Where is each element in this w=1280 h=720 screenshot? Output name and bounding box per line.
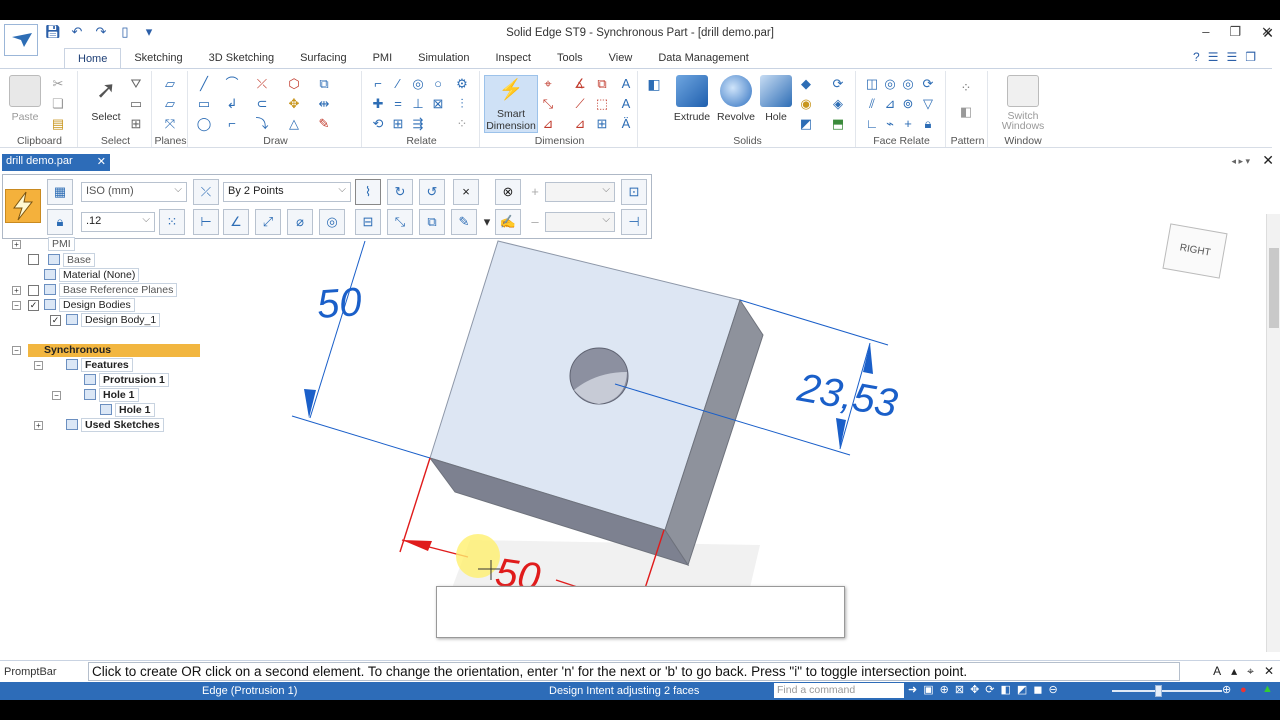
dim-arrow-2	[863, 343, 873, 374]
bottom-black-bar	[0, 700, 1280, 720]
dimension-23-53[interactable]: 23,53	[793, 365, 900, 426]
dimension-50-vertical[interactable]: 50	[316, 280, 363, 327]
red-arrow-left	[402, 540, 432, 551]
cursor-highlight	[456, 534, 500, 578]
dynamic-input-box[interactable]	[436, 586, 845, 638]
